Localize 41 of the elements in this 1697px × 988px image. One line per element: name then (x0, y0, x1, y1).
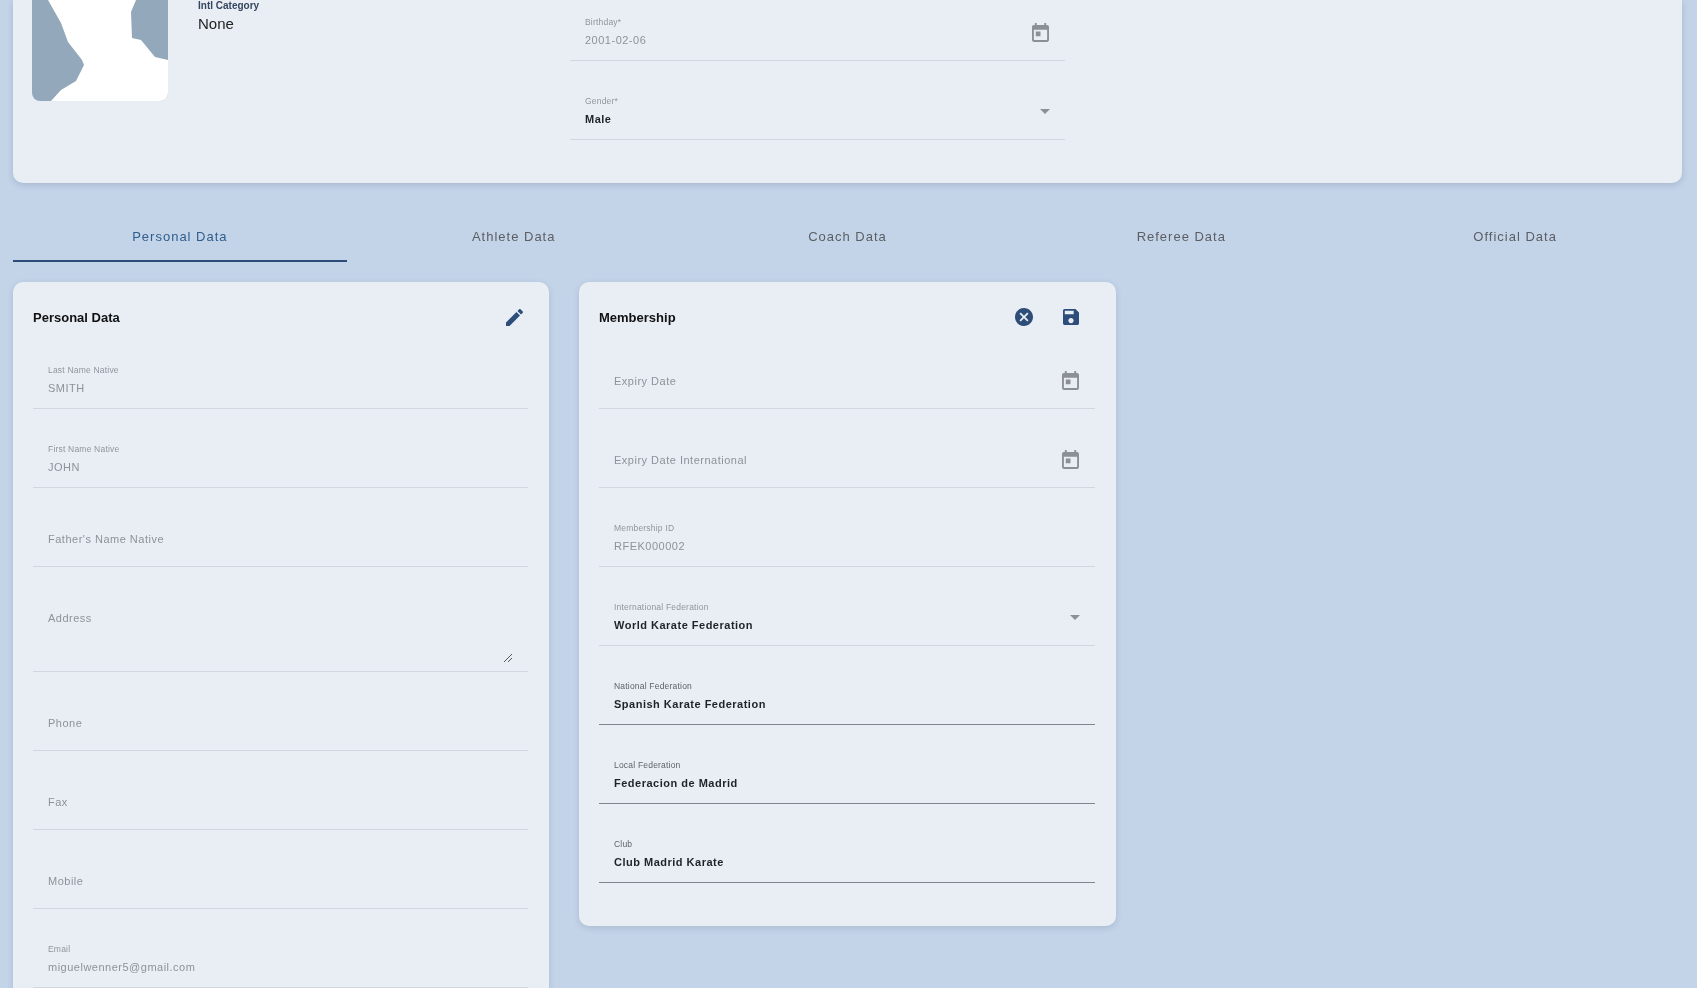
category-value: None (198, 15, 234, 33)
field-label: International Federation (614, 602, 709, 613)
close-icon[interactable] (1015, 308, 1033, 326)
field-placeholder: Expiry Date International (614, 453, 747, 468)
tab[interactable]: Personal Data (13, 212, 347, 262)
field-value: Spanish Karate Federation (614, 697, 766, 712)
category-label: Intl Category (198, 0, 260, 11)
field-label: Last Name Native (48, 365, 119, 376)
tab[interactable]: Athlete Data (346, 212, 681, 262)
field-label: Local Federation (614, 760, 681, 771)
field-value: Male (585, 112, 612, 127)
field-label: Membership ID (614, 523, 675, 534)
field-label: Email (48, 944, 71, 955)
field-label: Club (614, 839, 633, 850)
field-value: Federacion de Madrid (614, 776, 738, 791)
field-value: SMITH (48, 381, 85, 396)
text-field[interactable]: Club Club Madrid Karate (599, 804, 1095, 883)
card-title: Membership (599, 309, 677, 325)
tab[interactable]: Referee Data (1014, 212, 1349, 262)
field-value: RFEK000002 (614, 539, 686, 554)
pencil-icon[interactable] (506, 308, 523, 326)
field-placeholder: Expiry Date (614, 374, 677, 389)
field-placeholder: Phone (48, 716, 83, 731)
field-value: World Karate Federation (614, 618, 754, 633)
field-value: Club Madrid Karate (614, 855, 724, 870)
field-placeholder: Father's Name Native (48, 532, 165, 547)
field-label: Gender* (585, 96, 619, 107)
tab[interactable]: Coach Data (680, 212, 1015, 262)
text-field[interactable]: Local Federation Federacion de Madrid (599, 725, 1095, 804)
field-placeholder: Fax (48, 795, 68, 810)
field-value: JOHN (48, 460, 80, 475)
field-value: miguelwenner5@gmail.com (48, 960, 196, 975)
field-label: National Federation (614, 681, 692, 692)
field-value: 2001-02-06 (585, 33, 647, 48)
field-label: First Name Native (48, 444, 120, 455)
text-field[interactable]: National Federation Spanish Karate Federation (599, 646, 1095, 725)
field-label: Birthday* (585, 17, 622, 28)
field-placeholder: Address (48, 611, 92, 626)
field-placeholder: Mobile (48, 874, 84, 889)
tab[interactable]: Official Data (1348, 212, 1682, 262)
card-title: Personal Data (33, 309, 121, 325)
